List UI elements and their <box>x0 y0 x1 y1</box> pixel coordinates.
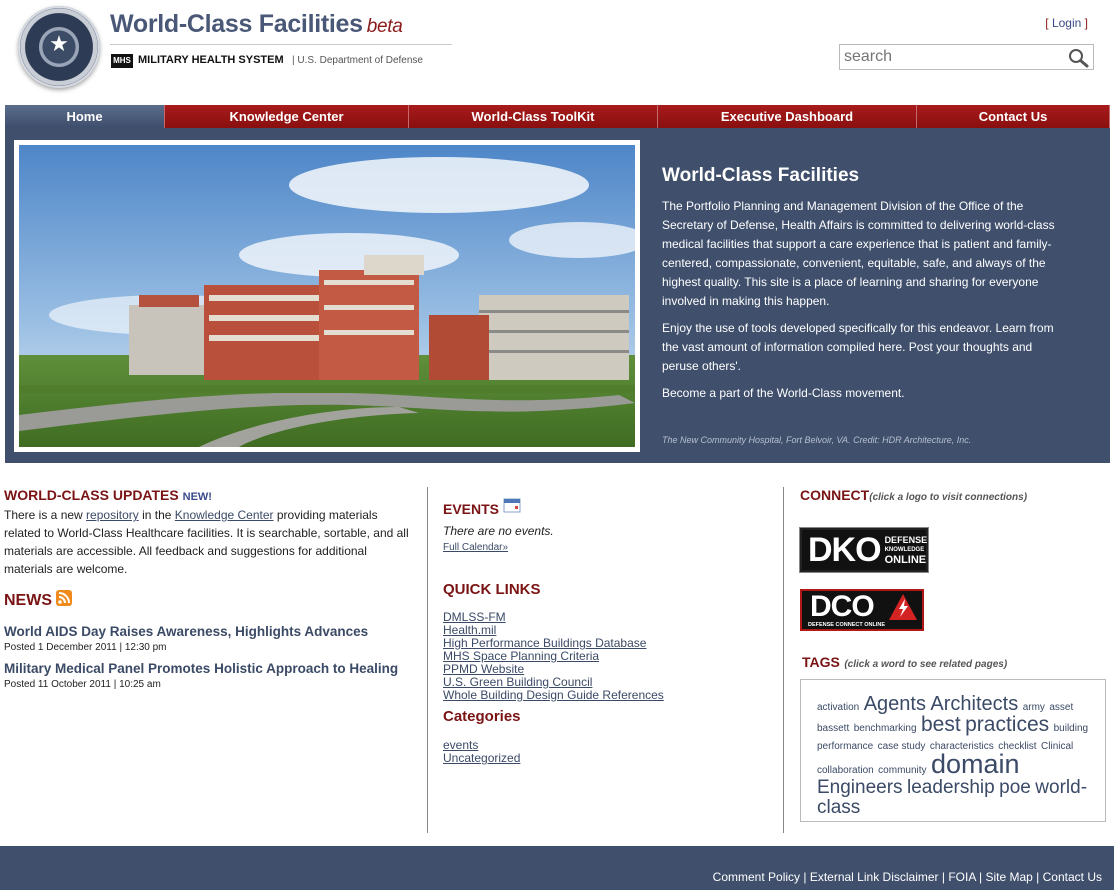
site-title[interactable]: World-Class Facilities beta <box>110 10 403 39</box>
footer-link-site-map[interactable]: Site Map <box>985 870 1032 884</box>
rss-icon[interactable] <box>56 590 73 606</box>
tag-cloud: activation Agents Architects army asset … <box>800 679 1106 822</box>
hero-image-frame <box>14 140 640 452</box>
login-area: [ Login ] <box>1045 16 1088 30</box>
updates-text: There is a new repository in the Knowled… <box>4 508 409 576</box>
hero-description: The Portfolio Planning and Management Di… <box>662 197 1062 411</box>
tag-engineers[interactable]: Engineers <box>817 777 903 798</box>
tag-domain[interactable]: domain <box>931 749 1020 779</box>
categories-heading: Categories <box>443 708 521 725</box>
footer: Comment Policy | External Link Disclaime… <box>0 846 1114 890</box>
nav-knowledge-center[interactable]: Knowledge Center <box>165 105 409 128</box>
categories-list: events Uncategorized <box>443 739 783 765</box>
connect-note: (click a logo to visit connections) <box>869 492 1028 503</box>
tag-collaboration[interactable]: collaboration <box>817 765 874 776</box>
knowledge-center-link[interactable]: Knowledge Center <box>175 508 274 522</box>
footer-links: Comment Policy | External Link Disclaime… <box>713 870 1102 884</box>
tag-clinical[interactable]: Clinical <box>1041 741 1073 752</box>
mhs-name: MILITARY HEALTH SYSTEM <box>138 54 284 66</box>
connect-heading: CONNECT(click a logo to visit connection… <box>800 487 1028 503</box>
hero-banner: World-Class Facilities The Portfolio Pla… <box>5 128 1110 463</box>
news-heading: NEWS <box>4 590 414 610</box>
footer-link-contact-us[interactable]: Contact Us <box>1043 870 1102 884</box>
tags-note: (click a word to see related pages) <box>844 659 1008 670</box>
tag-community[interactable]: community <box>878 765 926 776</box>
hero-paragraph-1: The Portfolio Planning and Management Di… <box>662 199 1055 308</box>
news-item-date: Posted 1 December 2011 | 12:30 pm <box>4 642 167 653</box>
updates-heading: WORLD-CLASS UPDATES NEW! <box>4 487 212 503</box>
dod-seal-logo[interactable]: ★ <box>18 6 100 88</box>
news-item: Military Medical Panel Promotes Holistic… <box>4 661 414 690</box>
news-item-title[interactable]: Military Medical Panel Promotes Holistic… <box>4 661 414 677</box>
quick-links-list: DMLSS-FM Health.mil High Performance Bui… <box>443 611 783 702</box>
footer-link-comment-policy[interactable]: Comment Policy <box>713 870 800 884</box>
tag-practices[interactable]: practices <box>965 713 1049 736</box>
news-item: World AIDS Day Raises Awareness, Highlig… <box>4 624 414 653</box>
main-navigation: Home Knowledge Center World-Class ToolKi… <box>5 105 1110 128</box>
mhs-logo-badge: MHS <box>111 54 133 68</box>
footer-separator: | <box>975 870 986 884</box>
tag-activation[interactable]: activation <box>817 702 859 713</box>
quick-link-wbdg[interactable]: Whole Building Design Guide References <box>443 689 783 702</box>
category-uncategorized[interactable]: Uncategorized <box>443 752 783 765</box>
tag-architects[interactable]: Architects <box>930 693 1018 715</box>
dco-logo[interactable]: DCO DEFENSE CONNECT ONLINE <box>800 589 924 631</box>
no-events-text: There are no events. <box>443 524 554 538</box>
department-name: | U.S. Department of Defense <box>292 55 423 66</box>
tag-case-study[interactable]: case study <box>878 741 926 752</box>
footer-link-foia[interactable]: FOIA <box>948 870 975 884</box>
quick-links-heading: QUICK LINKS <box>443 581 541 598</box>
hero-paragraph-3: Become a part of the World-Class movemen… <box>662 386 905 400</box>
dko-logo[interactable]: DKO DEFENSE KNOWLEDGE ONLINE <box>799 527 929 573</box>
footer-separator: | <box>1032 870 1043 884</box>
footer-separator: | <box>938 870 949 884</box>
connect-tags-column: CONNECT(click a logo to visit connection… <box>799 487 1110 822</box>
nav-home[interactable]: Home <box>5 105 165 128</box>
dco-warning-icon <box>889 594 917 620</box>
hero-title: World-Class Facilities <box>662 165 860 186</box>
hero-paragraph-2: Enjoy the use of tools developed specifi… <box>662 321 1054 373</box>
title-divider <box>110 44 452 45</box>
events-heading: EVENTS <box>443 497 783 517</box>
footer-separator: | <box>800 870 810 884</box>
nav-contact-us[interactable]: Contact Us <box>917 105 1110 128</box>
search-icon[interactable] <box>1067 48 1089 68</box>
tag-poe[interactable]: poe <box>999 777 1031 798</box>
footer-link-external-link-disclaimer[interactable]: External Link Disclaimer <box>810 870 939 884</box>
tag-asset[interactable]: asset <box>1049 702 1073 713</box>
calendar-icon <box>503 498 521 513</box>
nav-world-class-toolkit[interactable]: World-Class ToolKit <box>409 105 658 128</box>
seal-star-icon: ★ <box>49 31 69 56</box>
tag-bassett[interactable]: bassett <box>817 723 849 734</box>
events-links-column: EVENTS There are no events. Full Calenda… <box>427 487 784 833</box>
tag-leadership[interactable]: leadership <box>907 777 995 798</box>
tag-agents[interactable]: Agents <box>864 693 926 715</box>
nav-executive-dashboard[interactable]: Executive Dashboard <box>658 105 917 128</box>
tags-heading: TAGS (click a word to see related pages) <box>802 654 1008 670</box>
search-box <box>839 44 1094 70</box>
tag-best[interactable]: best <box>921 713 961 736</box>
full-calendar-link[interactable]: Full Calendar» <box>443 542 783 553</box>
new-badge: NEW! <box>182 491 212 503</box>
repository-link[interactable]: repository <box>86 508 139 522</box>
hospital-rendering-image <box>19 145 635 447</box>
search-input[interactable] <box>840 45 1060 69</box>
news-item-title[interactable]: World AIDS Day Raises Awareness, Highlig… <box>4 624 414 640</box>
updates-news-column: WORLD-CLASS UPDATES NEW! There is a new … <box>4 487 414 690</box>
news-item-date: Posted 11 October 2011 | 10:25 am <box>4 679 161 690</box>
login-link[interactable]: Login <box>1052 16 1081 30</box>
beta-label: beta <box>366 16 403 37</box>
tag-benchmarking[interactable]: benchmarking <box>854 723 917 734</box>
hero-image-caption: The New Community Hospital, Fort Belvoir… <box>662 435 972 445</box>
tag-army[interactable]: army <box>1023 702 1045 713</box>
